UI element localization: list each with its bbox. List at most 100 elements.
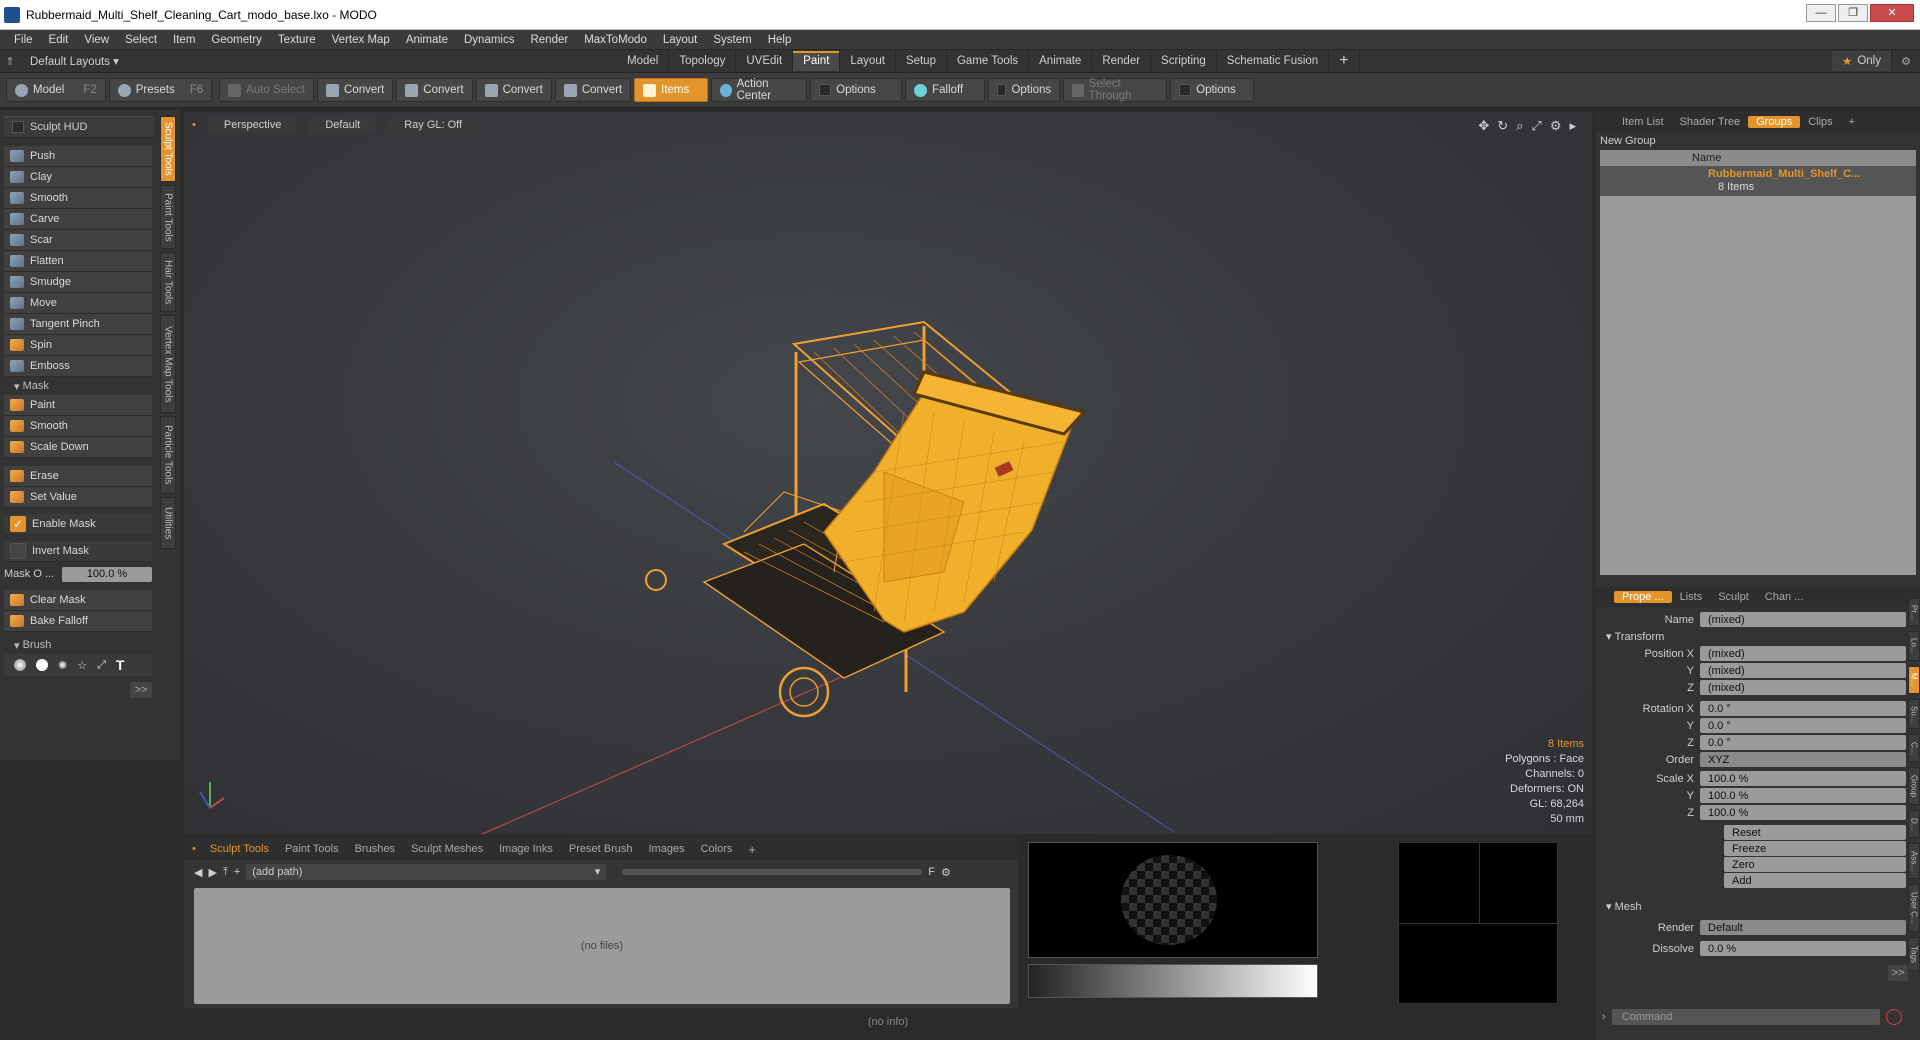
tab-paint-tools[interactable]: Paint Tools (277, 843, 347, 855)
text-brush-icon[interactable]: T (116, 657, 125, 673)
splatter-brush-icon[interactable]: ✺ (58, 659, 67, 672)
vtab-hair-tools[interactable]: Hair Tools (160, 252, 176, 312)
view-type-dropdown[interactable]: Perspective (207, 117, 298, 133)
tab-schematic-fusion[interactable]: Schematic Fusion (1217, 51, 1330, 71)
tab-scripting[interactable]: Scripting (1151, 51, 1217, 71)
menu-system[interactable]: System (705, 34, 759, 46)
side-tab-d[interactable]: D... (1908, 810, 1920, 838)
rotation-y-field[interactable]: 0.0 ° (1700, 718, 1906, 733)
group-row[interactable]: Rubbermaid_Multi_Shelf_C... 8 Items (1600, 166, 1916, 196)
side-tab-su[interactable]: Su... (1908, 699, 1920, 729)
action-center-button[interactable]: Action Center (711, 78, 808, 102)
select-through-button[interactable]: Select Through (1063, 78, 1168, 102)
tab-setup[interactable]: Setup (896, 51, 947, 71)
add-tab-icon[interactable]: + (1841, 116, 1863, 128)
shading-dropdown[interactable]: Default (309, 117, 377, 133)
back-icon[interactable]: ◀ (194, 866, 202, 879)
layout-collapse-icon[interactable]: ⇑ (0, 55, 20, 68)
procedural-brush-icon[interactable]: ⤢ (97, 659, 106, 672)
mask-tool-scale-down[interactable]: Scale Down (4, 437, 152, 458)
forward-icon[interactable]: ▶ (208, 866, 216, 879)
add-tab-icon[interactable]: + (740, 842, 764, 857)
convert-button-4[interactable]: Convert (554, 78, 632, 102)
options-button-1[interactable]: Options (810, 78, 903, 102)
tab-game-tools[interactable]: Game Tools (947, 51, 1030, 71)
side-tab-lo[interactable]: Lo... (1908, 631, 1920, 661)
side-tab-m[interactable]: M... (1908, 666, 1920, 694)
tool-clay[interactable]: Clay (4, 167, 152, 188)
tab-sculpt-tools[interactable]: Sculpt Tools (202, 843, 277, 855)
tool-tangent-pinch[interactable]: Tangent Pinch (4, 314, 152, 335)
rotation-z-field[interactable]: 0.0 ° (1700, 735, 1906, 750)
command-stop-icon[interactable] (1886, 1009, 1902, 1025)
zoom-icon[interactable]: ⌕ (1516, 118, 1523, 134)
clear-mask-button[interactable]: Clear Mask (4, 590, 152, 611)
options-button-2[interactable]: Options (988, 78, 1061, 102)
path-dropdown[interactable]: (add path) ▾ (246, 864, 607, 880)
maximize-viewport-icon[interactable]: ⤢ (1531, 118, 1541, 134)
tab-lists[interactable]: Lists (1672, 591, 1711, 603)
viewport-settings-icon[interactable]: ⚙ (1550, 118, 1562, 134)
tab-properties[interactable]: Prope ... (1614, 591, 1672, 603)
add-path-icon[interactable]: + (234, 866, 240, 878)
side-tab-group[interactable]: Group (1908, 767, 1920, 805)
tab-image-inks[interactable]: Image Inks (491, 843, 561, 855)
tab-layout[interactable]: Layout (840, 51, 896, 71)
tab-groups[interactable]: Groups (1748, 116, 1801, 128)
menu-texture[interactable]: Texture (270, 34, 324, 46)
3d-viewport[interactable]: 8 Items Polygons : Face Channels: 0 Defo… (184, 112, 1592, 834)
menu-animate[interactable]: Animate (398, 34, 456, 46)
add-tab-icon[interactable]: + (1329, 51, 1360, 71)
presets-button[interactable]: Presets F6 (108, 78, 213, 102)
freeze-button[interactable]: Freeze (1724, 841, 1906, 856)
side-tab-c[interactable]: C... (1908, 734, 1920, 762)
mask-section-header[interactable]: ▾ Mask (4, 377, 152, 395)
tool-scar[interactable]: Scar (4, 230, 152, 251)
convert-button-1[interactable]: Convert (317, 78, 394, 102)
tool-smooth[interactable]: Smooth (4, 188, 152, 209)
mask-tool-smooth[interactable]: Smooth (4, 416, 152, 437)
layout-settings-icon[interactable]: ⚙ (1892, 55, 1920, 68)
transform-header[interactable]: ▾ Transform (1596, 628, 1920, 645)
sculpt-hud-button[interactable]: Sculpt HUD (4, 116, 154, 138)
menu-select[interactable]: Select (117, 34, 165, 46)
menu-edit[interactable]: Edit (41, 34, 77, 46)
tab-uvedit[interactable]: UVEdit (736, 51, 794, 71)
bake-falloff-button[interactable]: Bake Falloff (4, 611, 152, 632)
tab-preset-brush[interactable]: Preset Brush (561, 843, 641, 855)
tab-channels[interactable]: Chan ... (1757, 591, 1812, 603)
tab-images[interactable]: Images (641, 843, 693, 855)
vtab-sculpt-tools[interactable]: Sculpt Tools (160, 116, 176, 182)
zero-button[interactable]: Zero (1724, 857, 1906, 872)
items-button[interactable]: Items (634, 78, 709, 102)
tab-model[interactable]: Model (617, 51, 670, 71)
close-icon[interactable]: ✕ (1870, 3, 1914, 22)
auto-select-button[interactable]: Auto Select (219, 78, 314, 102)
tool-spin[interactable]: Spin (4, 335, 152, 356)
menu-layout[interactable]: Layout (655, 34, 706, 46)
enable-mask-toggle[interactable]: ✓ Enable Mask (4, 514, 152, 535)
scale-z-field[interactable]: 100.0 % (1700, 805, 1906, 820)
scale-x-field[interactable]: 100.0 % (1700, 771, 1906, 786)
menu-render[interactable]: Render (522, 34, 576, 46)
vtab-utilities[interactable]: Utilities (160, 497, 176, 549)
tab-clips[interactable]: Clips (1800, 116, 1840, 128)
add-button[interactable]: Add (1724, 873, 1906, 888)
minimize-icon[interactable]: — (1806, 3, 1836, 22)
menu-geometry[interactable]: Geometry (203, 34, 270, 46)
vtab-paint-tools[interactable]: Paint Tools (160, 185, 176, 249)
filter-icon[interactable]: F (928, 866, 935, 878)
mask-tool-erase[interactable]: Erase (4, 466, 152, 487)
model-button[interactable]: Model F2 (6, 78, 106, 102)
soft-brush-icon[interactable] (14, 659, 26, 671)
mask-tool-paint[interactable]: Paint (4, 395, 152, 416)
tab-animate[interactable]: Animate (1029, 51, 1093, 71)
raygl-toggle[interactable]: Ray GL: Off (388, 117, 479, 133)
only-toggle[interactable]: ★ Only (1832, 51, 1892, 71)
tool-carve[interactable]: Carve (4, 209, 152, 230)
falloff-button[interactable]: Falloff (905, 78, 986, 102)
tab-brushes[interactable]: Brushes (347, 843, 403, 855)
viewport-menu-icon[interactable]: ▸ (1569, 118, 1576, 134)
tab-render[interactable]: Render (1092, 51, 1152, 71)
side-tab-user-channels[interactable]: User C... (1908, 884, 1920, 932)
